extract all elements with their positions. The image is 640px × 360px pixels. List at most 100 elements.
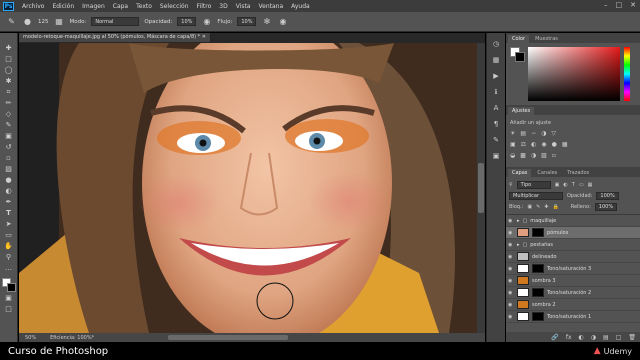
posterize-icon[interactable]: ▩ — [520, 152, 526, 159]
properties-icon[interactable]: ▦ — [490, 55, 502, 65]
history-brush-tool-icon[interactable]: ↺ — [2, 142, 16, 152]
blur-tool-icon[interactable]: ● — [2, 175, 16, 185]
layer-mask-thumbnail[interactable] — [532, 312, 544, 321]
pressure-opacity-icon[interactable]: ◉ — [201, 16, 212, 27]
layer-kind-select[interactable]: Tipo — [516, 180, 551, 189]
lasso-tool-icon[interactable]: ◯ — [2, 65, 16, 75]
hand-tool-icon[interactable]: ✋ — [2, 241, 16, 251]
menu-imagen[interactable]: Imagen — [82, 3, 105, 10]
actions-icon[interactable]: ▶ — [490, 71, 502, 81]
image-canvas[interactable] — [19, 43, 477, 333]
eyedropper-tool-icon[interactable]: ✏ — [2, 98, 16, 108]
zoom-level[interactable]: 50% — [25, 335, 36, 341]
layer-mask-thumbnail[interactable] — [532, 264, 544, 273]
tab-layers[interactable]: Capas — [508, 169, 532, 177]
history-icon[interactable]: ◷ — [490, 39, 502, 49]
brush-panel-icon[interactable]: ▦ — [54, 16, 65, 27]
dodge-tool-icon[interactable]: ◐ — [2, 186, 16, 196]
vibrance-icon[interactable]: ▽ — [551, 130, 556, 137]
pressure-size-icon[interactable]: ◉ — [277, 16, 288, 27]
lock-move-icon[interactable]: ✚ — [544, 204, 548, 210]
scroll-thumb[interactable] — [478, 163, 484, 213]
crop-tool-icon[interactable]: ⌗ — [2, 87, 16, 97]
layer-row[interactable]: ◉ ▸ ▢ pestañas — [506, 239, 640, 251]
layer-thumbnail[interactable] — [517, 276, 529, 285]
layer-row[interactable]: ◉ sombra 2 — [506, 299, 640, 311]
menu-archivo[interactable]: Archivo — [22, 3, 44, 10]
pen-tool-icon[interactable]: ✒ — [2, 197, 16, 207]
visibility-eye-icon[interactable]: ◉ — [508, 266, 514, 272]
layer-thumbnail[interactable] — [517, 228, 529, 237]
visibility-eye-icon[interactable]: ◉ — [508, 302, 514, 308]
new-adjustment-icon[interactable]: ◑ — [591, 334, 596, 341]
brush-preset-icon[interactable]: ● — [22, 16, 33, 27]
gradient-map-icon[interactable]: ▨ — [541, 152, 547, 159]
layer-thumbnail[interactable] — [517, 312, 529, 321]
color-picker-field[interactable] — [528, 47, 620, 101]
brush-settings-icon[interactable]: ✎ — [490, 135, 502, 145]
layer-row[interactable]: ◉ ▸ ▢ maquillaje — [506, 215, 640, 227]
brush-tool-icon[interactable]: ✎ — [2, 120, 16, 130]
layer-thumbnail[interactable] — [517, 252, 529, 261]
lock-all-icon[interactable]: 🔒 — [552, 204, 558, 210]
layer-mask-thumbnail[interactable] — [532, 228, 544, 237]
group-chevron-icon[interactable]: ▸ — [517, 218, 520, 224]
airbrush-icon[interactable]: ✻ — [261, 16, 272, 27]
document-tab[interactable]: modelo-retoque-maquillaje.jpg al 50% (pó… — [19, 33, 211, 42]
filter-smart-icon[interactable]: ▦ — [588, 182, 593, 188]
layer-mask-thumbnail[interactable] — [532, 288, 544, 297]
lock-pixels-icon[interactable]: ▣ — [527, 204, 532, 210]
horizontal-scrollbar[interactable] — [168, 335, 289, 340]
close-icon[interactable]: ✕ — [630, 1, 636, 9]
tab-adjustments[interactable]: Ajustes — [508, 107, 535, 115]
move-tool-icon[interactable]: ✚ — [2, 43, 16, 53]
clone-source-icon[interactable]: ▣ — [490, 151, 502, 161]
close-tab-icon[interactable]: ✕ — [202, 34, 206, 40]
background-color[interactable] — [6, 283, 16, 292]
invert-icon[interactable]: ◒ — [510, 152, 515, 159]
link-layers-icon[interactable]: 🔗 — [551, 334, 558, 341]
filter-pixel-icon[interactable]: ▣ — [555, 182, 560, 188]
delete-layer-icon[interactable]: 🗑 — [628, 334, 636, 341]
layer-thumbnail[interactable] — [517, 300, 529, 309]
quick-mask-icon[interactable]: ▣ — [2, 293, 16, 303]
menu-3d[interactable]: 3D — [219, 3, 227, 10]
layer-style-icon[interactable]: fx — [566, 334, 572, 341]
visibility-eye-icon[interactable]: ◉ — [508, 230, 514, 236]
brightness-icon[interactable]: ☀ — [510, 130, 515, 137]
blend-mode-select[interactable]: Multiplicar — [509, 191, 563, 200]
layer-row[interactable]: ◉ Tono/saturación 1 — [506, 311, 640, 323]
tab-channels[interactable]: Canales — [533, 169, 561, 177]
clone-stamp-tool-icon[interactable]: ▣ — [2, 131, 16, 141]
layer-thumbnail[interactable] — [517, 264, 529, 273]
visibility-eye-icon[interactable]: ◉ — [508, 254, 514, 260]
eraser-tool-icon[interactable]: ▫ — [2, 153, 16, 163]
new-layer-icon[interactable]: □ — [616, 334, 622, 341]
quick-select-tool-icon[interactable]: ✱ — [2, 76, 16, 86]
vertical-scrollbar[interactable] — [477, 43, 485, 333]
curves-icon[interactable]: ∽ — [531, 130, 536, 137]
gradient-tool-icon[interactable]: ▨ — [2, 164, 16, 174]
visibility-eye-icon[interactable]: ◉ — [508, 314, 514, 320]
color-balance-icon[interactable]: ⚖ — [521, 141, 526, 148]
filter-type-icon[interactable]: T — [572, 182, 575, 188]
layer-row[interactable]: ◉ pómulos — [506, 227, 640, 239]
screen-mode-icon[interactable]: □ — [2, 304, 16, 314]
info-icon[interactable]: ℹ — [490, 87, 502, 97]
layer-row[interactable]: ◉ delineado — [506, 251, 640, 263]
mode-select[interactable]: Normal — [91, 17, 140, 26]
filter-shape-icon[interactable]: ▭ — [579, 182, 584, 188]
tab-color[interactable]: Color — [508, 35, 530, 43]
menu-ventana[interactable]: Ventana — [258, 3, 283, 10]
menu-ayuda[interactable]: Ayuda — [291, 3, 310, 10]
fill-input[interactable]: 100% — [594, 202, 618, 211]
layer-thumbnail[interactable] — [517, 288, 529, 297]
zoom-tool-icon[interactable]: ⚲ — [2, 252, 16, 262]
hue-saturation-icon[interactable]: ▣ — [510, 141, 516, 148]
exposure-icon[interactable]: ◑ — [541, 130, 546, 137]
layer-row[interactable]: ◉ sombra 3 — [506, 275, 640, 287]
group-chevron-icon[interactable]: ▸ — [517, 242, 520, 248]
type-tool-icon[interactable]: T — [2, 208, 16, 218]
new-group-icon[interactable]: ▤ — [603, 334, 609, 341]
layer-row[interactable]: ◉ Tono/saturación 2 — [506, 287, 640, 299]
